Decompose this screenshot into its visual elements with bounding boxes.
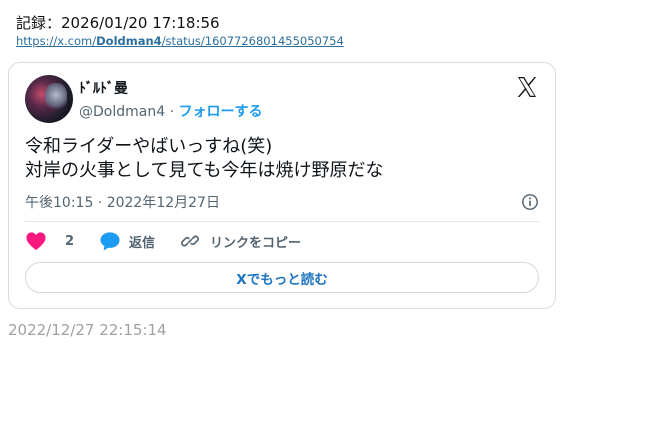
reply-bubble-icon — [100, 232, 120, 251]
footer-date: 2022/12/27 22:15:14 — [8, 321, 167, 339]
display-name[interactable]: ﾄﾞﾙﾄﾞ曼 — [79, 78, 128, 98]
copy-link-label: リンクをコピー — [210, 235, 302, 251]
tweet-embed-card[interactable]: ﾄﾞﾙﾄﾞ曼 @Doldman4 · フォローする 令和ライダーやばいっすね(笑… — [8, 62, 556, 309]
tweet-url-link[interactable]: https://x.com/Doldman4/status/1607726801… — [16, 34, 344, 48]
follow-button[interactable]: フォローする — [178, 104, 262, 120]
avatar[interactable] — [25, 75, 73, 123]
link-icon — [181, 235, 199, 247]
tweet-timestamp[interactable]: 午後10:15 · 2022年12月27日 — [25, 192, 220, 212]
user-handle-row: @Doldman4 · フォローする — [79, 101, 262, 121]
user-handle[interactable]: @Doldman4 — [79, 104, 165, 120]
info-icon[interactable] — [521, 193, 539, 211]
like-button[interactable]: 2 — [25, 231, 74, 251]
tweet-text: 令和ライダーやばいっすね(笑) 対岸の火事として見ても今年は焼け野原だな — [25, 135, 384, 183]
read-more-button[interactable]: Xでもっと読む — [25, 262, 539, 293]
divider — [25, 221, 539, 222]
copy-link-button[interactable]: リンクをコピー — [180, 231, 301, 251]
x-logo-icon[interactable] — [515, 75, 539, 99]
tweet-line: 令和ライダーやばいっすね(笑) — [25, 136, 273, 157]
record-timestamp: 記録：2026/01/20 17:18:56 — [16, 14, 220, 32]
tweet-line: 対岸の火事として見ても今年は焼け野原だな — [25, 160, 384, 181]
reply-button[interactable]: 返信 — [99, 231, 155, 251]
url-prefix: https://x.com/ — [16, 34, 97, 48]
handle-separator: · — [165, 104, 179, 120]
heart-icon — [26, 232, 46, 251]
url-user: Doldman4 — [96, 34, 162, 48]
like-count: 2 — [65, 233, 75, 249]
reply-label: 返信 — [129, 235, 156, 251]
url-suffix: /status/1607726801455050754 — [161, 34, 344, 48]
